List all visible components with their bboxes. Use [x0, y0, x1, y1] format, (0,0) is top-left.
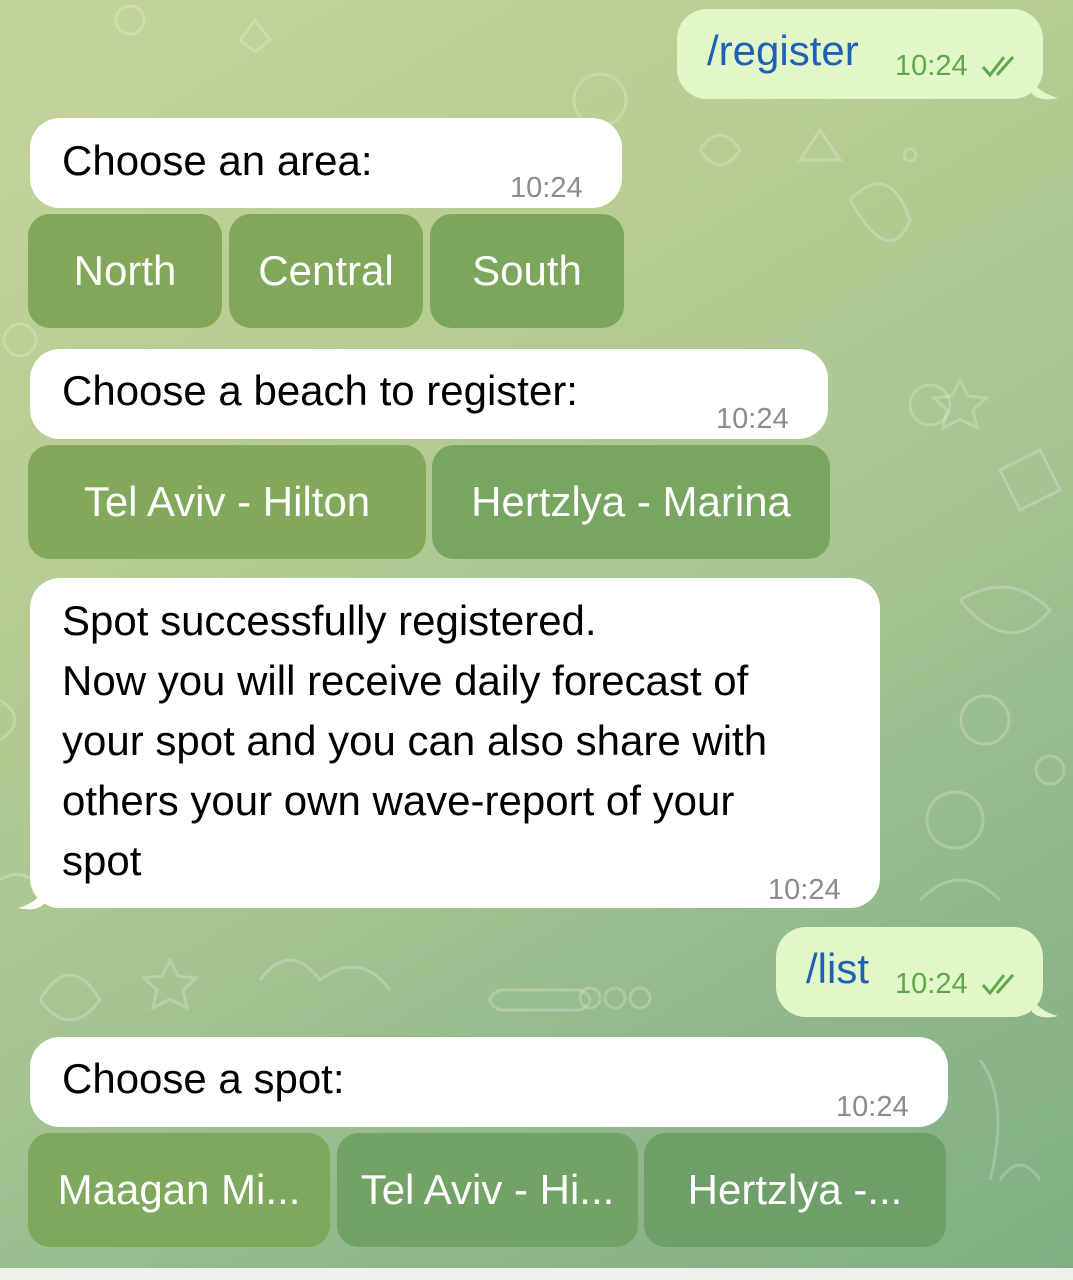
bottom-edge — [0, 1268, 1073, 1280]
bubble-tail — [1032, 78, 1058, 100]
inline-button-maagan-michael[interactable]: Maagan Mi... — [28, 1133, 330, 1247]
inline-button-tel-aviv-hilton[interactable]: Tel Aviv - Hi... — [337, 1133, 638, 1247]
command-link[interactable]: /list — [806, 945, 869, 993]
inline-button-central[interactable]: Central — [229, 214, 423, 328]
bubble-tail — [18, 886, 44, 910]
message-time: 10:24 — [895, 968, 968, 1000]
double-check-icon — [981, 56, 1015, 78]
outgoing-message[interactable]: /list 10:24 — [776, 927, 1043, 1017]
incoming-message: Choose a spot: 10:24 — [30, 1037, 948, 1127]
message-text-line: Now you will receive daily forecast of — [62, 657, 749, 704]
double-check-icon — [981, 974, 1015, 996]
message-text-line: your spot and you can also share with — [62, 717, 768, 764]
message-time: 10:24 — [895, 50, 968, 82]
inline-button-tel-aviv-hilton[interactable]: Tel Aviv - Hilton — [28, 445, 426, 559]
outgoing-message[interactable]: /register 10:24 — [677, 9, 1043, 99]
message-text-line: Spot successfully registered. — [62, 597, 597, 644]
message-text: Choose a beach to register: — [62, 367, 578, 414]
message-text: Choose an area: — [62, 137, 373, 184]
inline-button-south[interactable]: South — [430, 214, 624, 328]
message-text-line: spot — [62, 837, 142, 884]
command-link[interactable]: /register — [707, 27, 859, 75]
message-time: 10:24 — [510, 172, 583, 204]
message-text: Choose a spot: — [62, 1055, 345, 1102]
bubble-tail — [1032, 996, 1058, 1018]
inline-button-hertzlya-marina[interactable]: Hertzlya - Marina — [432, 445, 830, 559]
incoming-message: Choose an area: 10:24 — [30, 118, 622, 208]
incoming-message: Choose a beach to register: 10:24 — [30, 349, 828, 439]
message-time: 10:24 — [768, 874, 841, 906]
message-time: 10:24 — [716, 403, 789, 435]
message-text-line: others your own wave-report of your — [62, 777, 735, 824]
inline-button-hertzlya[interactable]: Hertzlya -... — [644, 1133, 946, 1247]
incoming-message: Spot successfully registered. Now you wi… — [30, 578, 880, 908]
message-time: 10:24 — [836, 1091, 909, 1123]
inline-button-north[interactable]: North — [28, 214, 222, 328]
